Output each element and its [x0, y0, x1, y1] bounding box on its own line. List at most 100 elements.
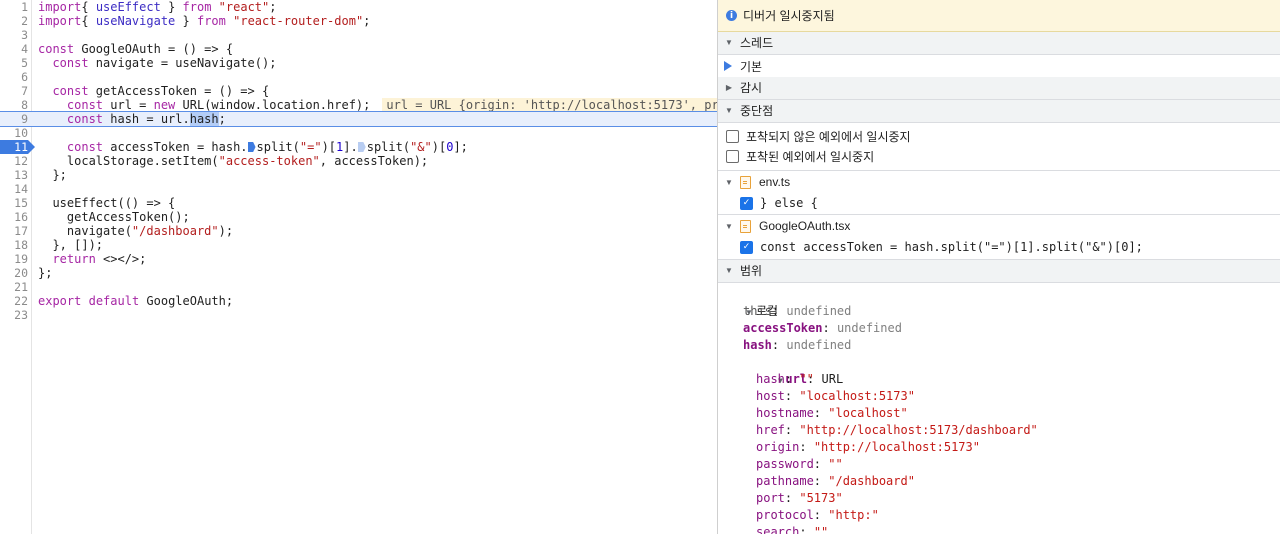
code-token: import — [38, 14, 82, 28]
code-line[interactable]: 7 const getAccessToken = () => { — [0, 84, 717, 98]
line-number[interactable]: 3 — [0, 28, 28, 42]
breakpoint-item[interactable]: ✓ const accessToken = hash.split("=")[1]… — [718, 237, 1280, 257]
inline-value-preview[interactable]: url = URL {origin: 'http://localhost:517… — [382, 98, 717, 112]
code-token: ; — [269, 0, 277, 14]
code-line[interactable]: 20}; — [0, 266, 717, 280]
line-number[interactable]: 22 — [0, 294, 28, 308]
url-variable[interactable]: ▼ url: URL — [718, 354, 1280, 386]
prop-key: hostname — [756, 406, 814, 420]
paused-code-line[interactable]: 9 const hash = url.hash; — [0, 111, 717, 127]
line-number[interactable]: 12 — [0, 154, 28, 168]
threads-section-header[interactable]: ▼ 스레드 — [718, 32, 1280, 55]
line-number[interactable]: 23 — [0, 308, 28, 322]
local-scope-header[interactable]: ▼ 로컬 — [718, 286, 1280, 318]
url-property[interactable]: origin: "http://localhost:5173" — [718, 439, 1280, 456]
code-token: ; — [363, 14, 371, 28]
local-variable[interactable]: accessToken: undefined — [718, 320, 1280, 337]
code-token: return — [52, 252, 96, 266]
local-variables: this: undefined accessToken: undefined has… — [718, 303, 1280, 354]
threads-label: 스레드 — [740, 36, 774, 50]
line-number[interactable]: 4 — [0, 42, 28, 56]
line-number[interactable]: 13 — [0, 168, 28, 182]
code-line[interactable]: 15 useEffect(() => { — [0, 196, 717, 210]
line-number[interactable]: 2 — [0, 14, 28, 28]
code-line[interactable]: 5 const navigate = useNavigate(); — [0, 56, 717, 70]
code-token: { — [81, 0, 96, 14]
source-editor[interactable]: 1 import{ useEffect } from "react"; 2 impor… — [0, 0, 717, 534]
pause-uncaught-row[interactable]: 포착되지 않은 예외에서 일시중지 — [718, 126, 1280, 146]
bp-file-header[interactable]: ▼ env.ts — [718, 171, 1280, 193]
line-number[interactable]: 16 — [0, 210, 28, 224]
code-token: export — [38, 294, 82, 308]
code-line[interactable]: 10 — [0, 126, 717, 140]
pause-uncaught-checkbox[interactable] — [726, 129, 739, 143]
code-line[interactable]: 23 — [0, 308, 717, 322]
code-line[interactable]: 8 const url = new URL(window.location.hr… — [0, 98, 717, 112]
inline-breakpoint-marker[interactable] — [357, 142, 366, 152]
code-line[interactable]: 21 — [0, 280, 717, 294]
code-line[interactable]: 19 return <></>; — [0, 252, 717, 266]
code-text: const navigate = useNavigate(); — [38, 56, 276, 70]
code-line[interactable]: 2 import{ useNavigate } from "react-route… — [0, 14, 717, 28]
breakpoint-checkbox[interactable]: ✓ — [740, 240, 753, 254]
watch-section-header[interactable]: ▶ 감시 — [718, 77, 1280, 100]
breakpoints-section-header[interactable]: ▼ 중단점 — [718, 100, 1280, 123]
local-variable[interactable]: this: undefined — [718, 303, 1280, 320]
line-number[interactable]: 19 — [0, 252, 28, 266]
line-number[interactable]: 8 — [0, 98, 28, 112]
breakpoint-line-number[interactable]: 11 — [0, 140, 35, 154]
line-number[interactable]: 17 — [0, 224, 28, 238]
code-line[interactable]: 4 const GoogleOAuth = () => { — [0, 42, 717, 56]
thread-item-main[interactable]: 기본 — [718, 55, 1280, 77]
code-line[interactable]: 18 }, []); — [0, 238, 717, 252]
url-property[interactable]: password: "" — [718, 456, 1280, 473]
breakpoint-item[interactable]: ✓ } else { — [718, 193, 1280, 213]
url-property[interactable]: hash: "" — [718, 371, 1280, 388]
var-key: this — [743, 304, 772, 318]
code-line[interactable]: 12 localStorage.setItem("access-token", … — [0, 154, 717, 168]
code-text: localStorage.setItem("access-token", acc… — [38, 154, 428, 168]
line-number[interactable]: 6 — [0, 70, 28, 84]
chevron-right-icon: ▶ — [725, 83, 733, 92]
pause-caught-checkbox[interactable] — [726, 149, 739, 163]
line-number[interactable]: 9 — [0, 112, 28, 126]
code-token: new — [153, 98, 176, 112]
url-property[interactable]: protocol: "http:" — [718, 507, 1280, 524]
code-line[interactable]: 14 — [0, 182, 717, 196]
url-property[interactable]: href: "http://localhost:5173/dashboard" — [718, 422, 1280, 439]
line-number[interactable]: 1 — [0, 0, 28, 14]
url-property[interactable]: port: "5173" — [718, 490, 1280, 507]
bp-file-header[interactable]: ▼ GoogleOAuth.tsx — [718, 215, 1280, 237]
line-number[interactable]: 10 — [0, 126, 28, 140]
prop-value: "/dashboard" — [828, 474, 915, 488]
url-property[interactable]: hostname: "localhost" — [718, 405, 1280, 422]
url-property[interactable]: search: "" — [718, 524, 1280, 534]
scope-section-header[interactable]: ▼ 범위 — [718, 259, 1280, 283]
breakpoint-checkbox[interactable]: ✓ — [740, 196, 753, 210]
line-number[interactable]: 7 — [0, 84, 28, 98]
code-line[interactable]: 1 import{ useEffect } from "react"; — [0, 0, 717, 14]
code-line[interactable]: 16 getAccessToken(); — [0, 210, 717, 224]
code-line[interactable]: 6 — [0, 70, 717, 84]
code-token: "react-router-dom" — [233, 14, 364, 28]
code-token: "react" — [218, 0, 270, 14]
code-line[interactable]: 22 export default GoogleOAuth; — [0, 294, 717, 308]
line-number[interactable]: 18 — [0, 238, 28, 252]
line-number[interactable]: 14 — [0, 182, 28, 196]
pause-caught-row[interactable]: 포착된 예외에서 일시중지 — [718, 146, 1280, 166]
url-property[interactable]: pathname: "/dashboard" — [718, 473, 1280, 490]
code-line[interactable]: 3 — [0, 28, 717, 42]
line-number[interactable]: 5 — [0, 56, 28, 70]
url-property[interactable]: host: "localhost:5173" — [718, 388, 1280, 405]
code-line[interactable]: 13 }; — [0, 168, 717, 182]
line-number[interactable]: 15 — [0, 196, 28, 210]
inline-breakpoint-marker[interactable] — [247, 142, 256, 152]
local-variable[interactable]: hash: undefined — [718, 337, 1280, 354]
code-line[interactable]: 17 navigate("/dashboard"); — [0, 224, 717, 238]
line-number[interactable]: 21 — [0, 280, 28, 294]
code-line[interactable]: 11 const accessToken = hash. split("=")[1… — [0, 140, 717, 154]
prop-key: password — [756, 457, 814, 471]
line-number[interactable]: 20 — [0, 266, 28, 280]
